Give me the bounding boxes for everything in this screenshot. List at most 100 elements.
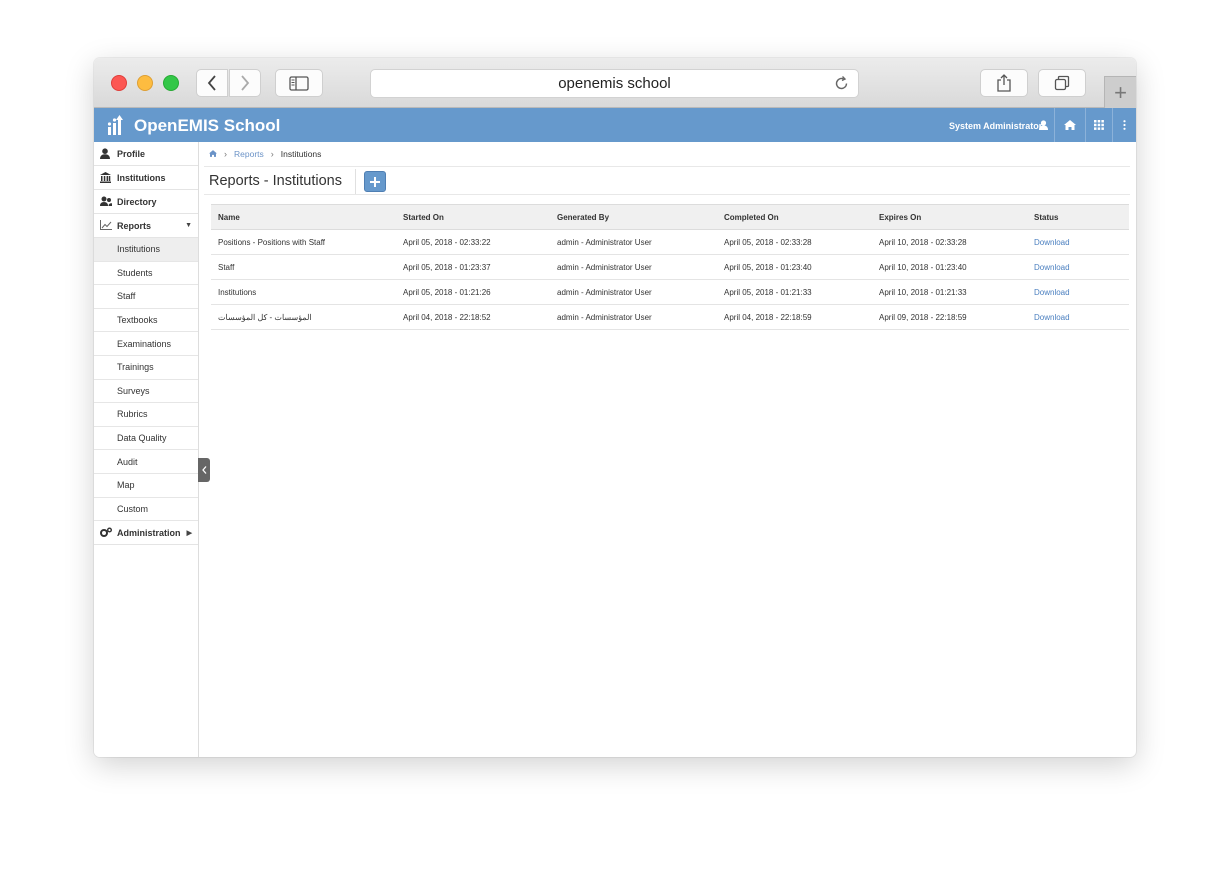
- table-header-row: Name Started On Generated By Completed O…: [211, 204, 1129, 230]
- expires-on: April 10, 2018 - 01:23:40: [872, 254, 1027, 280]
- home-icon[interactable]: [209, 149, 217, 159]
- more-options-icon[interactable]: [1115, 108, 1133, 142]
- breadcrumb-separator: ›: [224, 149, 227, 159]
- divider: [204, 166, 1130, 167]
- share-button[interactable]: [980, 69, 1028, 97]
- plus-icon: +: [1114, 79, 1127, 105]
- address-text: openemis school: [558, 75, 671, 92]
- nav-item-institutions[interactable]: Institutions: [94, 166, 198, 190]
- browser-window: openemis school + OpenEMIS School System…: [94, 58, 1136, 757]
- cogs-icon: [100, 527, 112, 540]
- nav-item-label: Administration: [117, 527, 181, 538]
- download-link[interactable]: Download: [1027, 279, 1129, 305]
- openemis-logo-icon[interactable]: [106, 114, 124, 141]
- nav-sub-item-surveys[interactable]: Surveys: [94, 380, 198, 404]
- table-row: Staff April 05, 2018 - 01:23:37 admin - …: [211, 254, 1129, 280]
- apps-grid-icon[interactable]: [1088, 108, 1110, 142]
- breadcrumb-current: Institutions: [280, 149, 322, 159]
- app-header: OpenEMIS School System Administrator: [94, 108, 1136, 142]
- report-name: Positions - Positions with Staff: [211, 229, 396, 255]
- column-header-expires-on[interactable]: Expires On: [872, 204, 1027, 230]
- report-name: المؤسسات - كل المؤسسات: [211, 304, 396, 330]
- breadcrumb-separator: ›: [270, 149, 274, 159]
- generated-by: admin - Administrator User: [550, 254, 717, 280]
- download-link[interactable]: Download: [1027, 229, 1129, 255]
- column-header-completed-on[interactable]: Completed On: [717, 204, 872, 230]
- nav-sub-item-examinations[interactable]: Examinations: [94, 332, 198, 356]
- nav-sub-item-data-quality[interactable]: Data Quality: [94, 427, 198, 451]
- nav-sub-item-institutions[interactable]: Institutions: [94, 238, 198, 262]
- new-tab-button[interactable]: +: [1104, 76, 1136, 108]
- breadcrumb: › Reports › Institutions: [209, 149, 321, 159]
- caret-right-icon: ▶: [186, 529, 192, 537]
- generated-by: admin - Administrator User: [550, 279, 717, 305]
- app-title[interactable]: OpenEMIS School: [134, 116, 280, 136]
- nav-item-reports[interactable]: Reports ▼: [94, 214, 198, 238]
- collapse-sidebar-button[interactable]: [198, 458, 210, 482]
- nav-sub-item-rubrics[interactable]: Rubrics: [94, 403, 198, 427]
- nav-item-label: Institutions: [117, 172, 166, 183]
- left-navigation: Profile Institutions Directory Reports ▼…: [94, 142, 199, 757]
- nav-sub-item-map[interactable]: Map: [94, 474, 198, 498]
- close-window-button[interactable]: [111, 75, 127, 91]
- nav-sub-item-staff[interactable]: Staff: [94, 285, 198, 309]
- plus-icon: [370, 176, 380, 187]
- nav-item-administration[interactable]: Administration ▶: [94, 521, 198, 546]
- breadcrumb-reports-link[interactable]: Reports: [234, 149, 264, 159]
- sidebar-icon: [289, 75, 309, 91]
- zoom-window-button[interactable]: [163, 75, 179, 91]
- started-on: April 05, 2018 - 02:33:22: [396, 229, 550, 255]
- forward-button[interactable]: [229, 69, 261, 97]
- chevron-right-icon: [241, 75, 250, 91]
- download-link[interactable]: Download: [1027, 304, 1129, 330]
- reports-table: Name Started On Generated By Completed O…: [211, 204, 1129, 330]
- column-header-name[interactable]: Name: [211, 204, 396, 230]
- table-row: Positions - Positions with Staff April 0…: [211, 229, 1129, 255]
- expires-on: April 09, 2018 - 22:18:59: [872, 304, 1027, 330]
- reload-icon[interactable]: [833, 75, 850, 96]
- report-name: Staff: [211, 254, 396, 280]
- started-on: April 05, 2018 - 01:23:37: [396, 254, 550, 280]
- nav-sub-item-audit[interactable]: Audit: [94, 450, 198, 474]
- home-icon[interactable]: [1057, 108, 1083, 142]
- completed-on: April 05, 2018 - 02:33:28: [717, 229, 872, 255]
- nav-sub-item-students[interactable]: Students: [94, 262, 198, 286]
- back-button[interactable]: [196, 69, 228, 97]
- column-header-generated-by[interactable]: Generated By: [550, 204, 717, 230]
- user-icon: [100, 148, 110, 161]
- bank-icon: [100, 172, 111, 185]
- completed-on: April 05, 2018 - 01:23:40: [717, 254, 872, 280]
- browser-toolbar: openemis school +: [94, 58, 1136, 108]
- divider: [204, 194, 1130, 195]
- add-report-button[interactable]: [364, 171, 386, 192]
- generated-by: admin - Administrator User: [550, 229, 717, 255]
- table-row: المؤسسات - كل المؤسسات April 04, 2018 - …: [211, 304, 1129, 330]
- completed-on: April 05, 2018 - 01:21:33: [717, 279, 872, 305]
- minimize-window-button[interactable]: [137, 75, 153, 91]
- nav-sub-item-trainings[interactable]: Trainings: [94, 356, 198, 380]
- caret-down-icon: ▼: [185, 222, 192, 229]
- share-icon: [997, 74, 1011, 92]
- column-header-started-on[interactable]: Started On: [396, 204, 550, 230]
- nav-item-label: Reports: [117, 220, 152, 231]
- user-name[interactable]: System Administrator: [949, 121, 1042, 131]
- started-on: April 05, 2018 - 01:21:26: [396, 279, 550, 305]
- user-icon[interactable]: [1036, 108, 1050, 142]
- nav-item-label: Directory: [117, 196, 157, 207]
- show-sidebar-button[interactable]: [275, 69, 323, 97]
- chevron-left-icon: [207, 75, 216, 91]
- nav-sub-item-textbooks[interactable]: Textbooks: [94, 309, 198, 333]
- nav-item-directory[interactable]: Directory: [94, 190, 198, 214]
- download-link[interactable]: Download: [1027, 254, 1129, 280]
- table-row: Institutions April 05, 2018 - 01:21:26 a…: [211, 279, 1129, 305]
- column-header-status[interactable]: Status: [1027, 204, 1129, 230]
- report-name: Institutions: [211, 279, 396, 305]
- chevron-left-icon: [201, 466, 206, 474]
- generated-by: admin - Administrator User: [550, 304, 717, 330]
- nav-item-profile[interactable]: Profile: [94, 142, 198, 166]
- show-tabs-button[interactable]: [1038, 69, 1086, 97]
- completed-on: April 04, 2018 - 22:18:59: [717, 304, 872, 330]
- nav-sub-item-custom[interactable]: Custom: [94, 498, 198, 522]
- address-bar[interactable]: openemis school: [370, 69, 859, 98]
- expires-on: April 10, 2018 - 02:33:28: [872, 229, 1027, 255]
